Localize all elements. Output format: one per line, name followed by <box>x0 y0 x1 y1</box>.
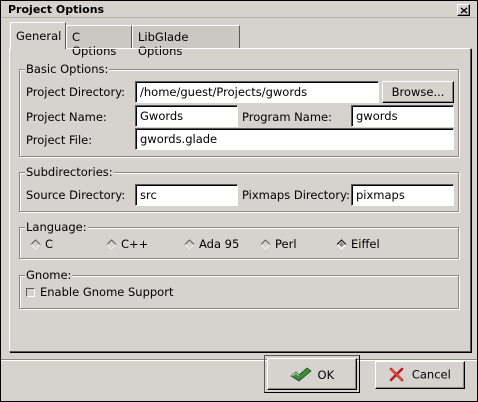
basic-options-group: Basic Options: Project Directory: /home/… <box>19 62 459 157</box>
close-window-button[interactable] <box>457 4 470 16</box>
basic-options-legend: Basic Options: <box>25 62 110 76</box>
close-icon <box>460 7 468 14</box>
language-ada95-label: Ada 95 <box>199 237 240 251</box>
language-radio-perl[interactable]: Perl <box>260 237 297 251</box>
language-radio-eiffel[interactable]: Eiffel <box>336 237 380 251</box>
subdirectories-legend: Subdirectories: <box>25 165 114 179</box>
project-directory-input[interactable]: /home/guest/Projects/gwords <box>135 81 379 103</box>
project-name-input[interactable]: Gwords <box>135 105 238 127</box>
language-radio-ada95[interactable]: Ada 95 <box>184 237 239 251</box>
language-radio-c[interactable]: C <box>30 237 53 251</box>
cancel-button-label: Cancel <box>411 367 451 382</box>
gnome-legend: Gnome: <box>25 268 73 282</box>
program-name-label: Program Name: <box>242 110 332 124</box>
ok-check-icon <box>290 367 312 382</box>
language-group: Language: C C++ Ada 95 Perl Eiffel <box>19 220 459 259</box>
language-eiffel-label: Eiffel <box>351 237 380 251</box>
language-c-label: C <box>45 237 54 251</box>
pixmaps-directory-label: Pixmaps Directory: <box>242 188 350 202</box>
radio-checked-icon <box>336 238 347 250</box>
cancel-x-icon <box>389 367 404 382</box>
subdirectories-group: Subdirectories: Source Directory: src Pi… <box>19 165 459 212</box>
pixmaps-directory-input[interactable]: pixmaps <box>351 184 454 206</box>
cancel-button[interactable]: Cancel <box>375 361 465 389</box>
general-tab-panel: Basic Options: Project Directory: /home/… <box>9 48 471 352</box>
tab-c-options[interactable]: C Options <box>66 25 132 58</box>
project-options-window: Project Options General C Options LibGla… <box>0 0 478 402</box>
source-directory-input[interactable]: src <box>135 184 238 206</box>
gnome-group: Gnome: Enable Gnome Support <box>19 268 459 309</box>
language-radio-cpp[interactable]: C++ <box>106 237 148 251</box>
tab-libglade-options[interactable]: LibGlade Options <box>132 25 240 58</box>
language-cpp-label: C++ <box>121 237 149 251</box>
enable-gnome-checkbox[interactable] <box>26 288 35 297</box>
language-perl-label: Perl <box>275 237 297 251</box>
tab-general[interactable]: General <box>10 22 66 49</box>
radio-unchecked-icon <box>184 238 195 250</box>
source-directory-label: Source Directory: <box>26 188 126 202</box>
project-name-label: Project Name: <box>26 110 107 124</box>
project-file-label: Project File: <box>26 133 93 147</box>
radio-unchecked-icon <box>260 238 271 250</box>
program-name-input[interactable]: gwords <box>351 105 454 127</box>
project-file-input[interactable]: gwords.glade <box>135 128 454 150</box>
browse-button-label: Browse... <box>391 85 445 99</box>
radio-unchecked-icon <box>30 238 41 250</box>
ok-button[interactable]: OK <box>267 358 357 390</box>
browse-button[interactable]: Browse... <box>382 81 454 103</box>
language-legend: Language: <box>25 220 88 234</box>
window-title: Project Options <box>8 3 105 16</box>
radio-unchecked-icon <box>106 238 117 250</box>
project-directory-label: Project Directory: <box>26 85 126 99</box>
ok-button-label: OK <box>317 368 335 382</box>
tab-general-label: General <box>16 29 62 43</box>
enable-gnome-label[interactable]: Enable Gnome Support <box>40 285 173 299</box>
title-bar[interactable]: Project Options <box>2 2 476 18</box>
